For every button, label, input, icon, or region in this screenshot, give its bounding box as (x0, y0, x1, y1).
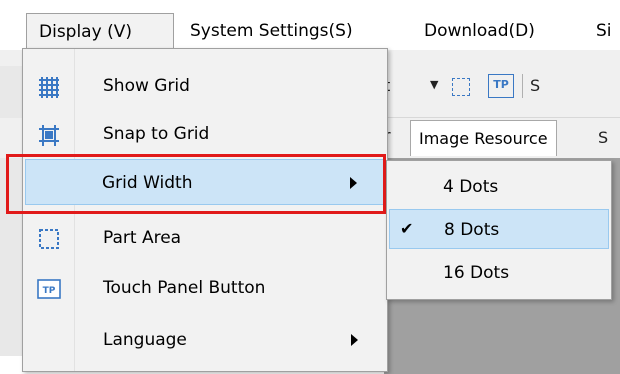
menu-bar: Display (V) System Settings(S) Download(… (0, 0, 620, 50)
submenu-arrow-icon (351, 334, 358, 346)
tab-image-resource[interactable]: Image Resource (410, 120, 557, 156)
menu-item-label: Touch Panel Button (103, 278, 266, 298)
tab-fragment-right[interactable]: S (598, 128, 608, 147)
svg-text:TP: TP (43, 286, 56, 296)
menu-item-label: Show Grid (103, 76, 190, 96)
part-area-toolbar-icon[interactable] (452, 78, 470, 96)
menu-system-settings[interactable]: System Settings(S) (190, 13, 390, 49)
menu-display[interactable]: Display (V) (26, 13, 174, 49)
menu-item-label: Snap to Grid (103, 124, 210, 144)
submenu-item-label: 8 Dots (444, 220, 500, 240)
touch-panel-toolbar-icon[interactable]: TP (488, 74, 514, 98)
menu-download[interactable]: Download(D) (424, 13, 574, 49)
submenu-item-label: 16 Dots (443, 263, 510, 283)
grid-icon (39, 77, 59, 98)
part-area-icon (39, 229, 59, 249)
snap-grid-icon (39, 125, 59, 146)
menu-truncated[interactable]: Si (596, 13, 620, 49)
toolbar-separator (522, 74, 523, 98)
grid-width-submenu: 4 Dots ✔ 8 Dots 16 Dots (386, 160, 612, 300)
submenu-item-8-dots[interactable]: ✔ 8 Dots (389, 209, 609, 249)
menu-item-part-area[interactable]: Part Area (25, 215, 385, 261)
touch-panel-icon: TP (37, 279, 61, 299)
submenu-item-16-dots[interactable]: 16 Dots (389, 253, 609, 293)
menu-item-language[interactable]: Language (25, 317, 385, 363)
submenu-item-label: 4 Dots (443, 177, 499, 197)
menu-item-snap-to-grid[interactable]: Snap to Grid (25, 111, 385, 157)
submenu-item-4-dots[interactable]: 4 Dots (389, 167, 609, 207)
annotation-highlight-box (6, 154, 386, 214)
combo-dropdown-arrow-icon[interactable]: ▼ (430, 78, 438, 91)
menu-item-label: Part Area (103, 228, 182, 248)
menu-item-touch-panel-button[interactable]: TP Touch Panel Button (25, 265, 385, 311)
toolbar-fragment-right[interactable]: S (530, 76, 540, 95)
menu-item-show-grid[interactable]: Show Grid (25, 63, 385, 109)
menu-item-label: Language (103, 330, 187, 350)
checkmark-icon: ✔ (400, 219, 414, 238)
